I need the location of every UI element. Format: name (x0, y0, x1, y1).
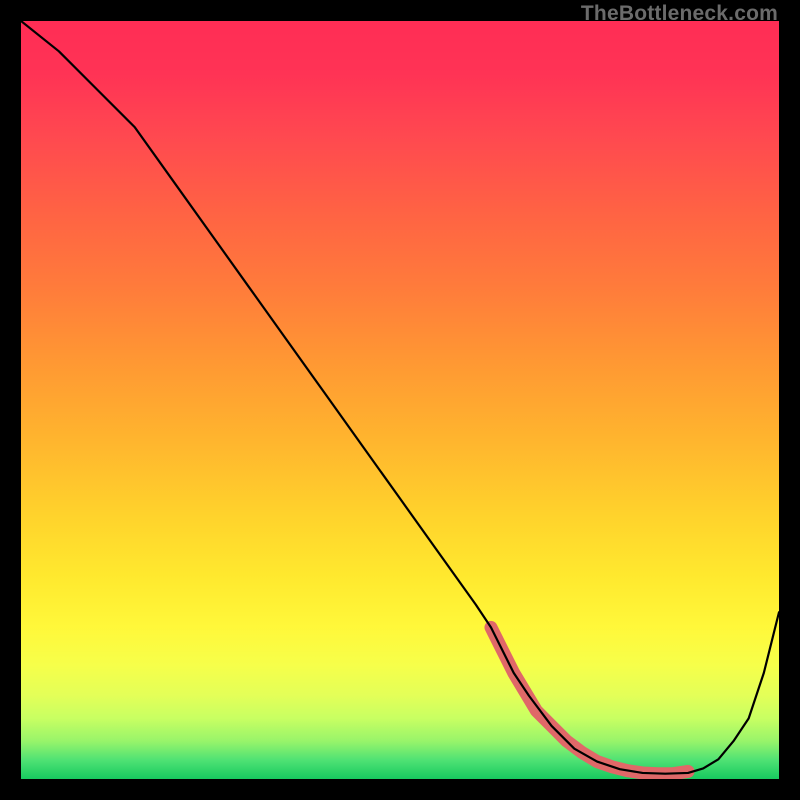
near-zero-band (491, 627, 694, 777)
main-curve (21, 21, 779, 774)
plot-area (21, 21, 779, 779)
chart-stage: TheBottleneck.com (0, 0, 800, 800)
curve-layer (21, 21, 779, 779)
